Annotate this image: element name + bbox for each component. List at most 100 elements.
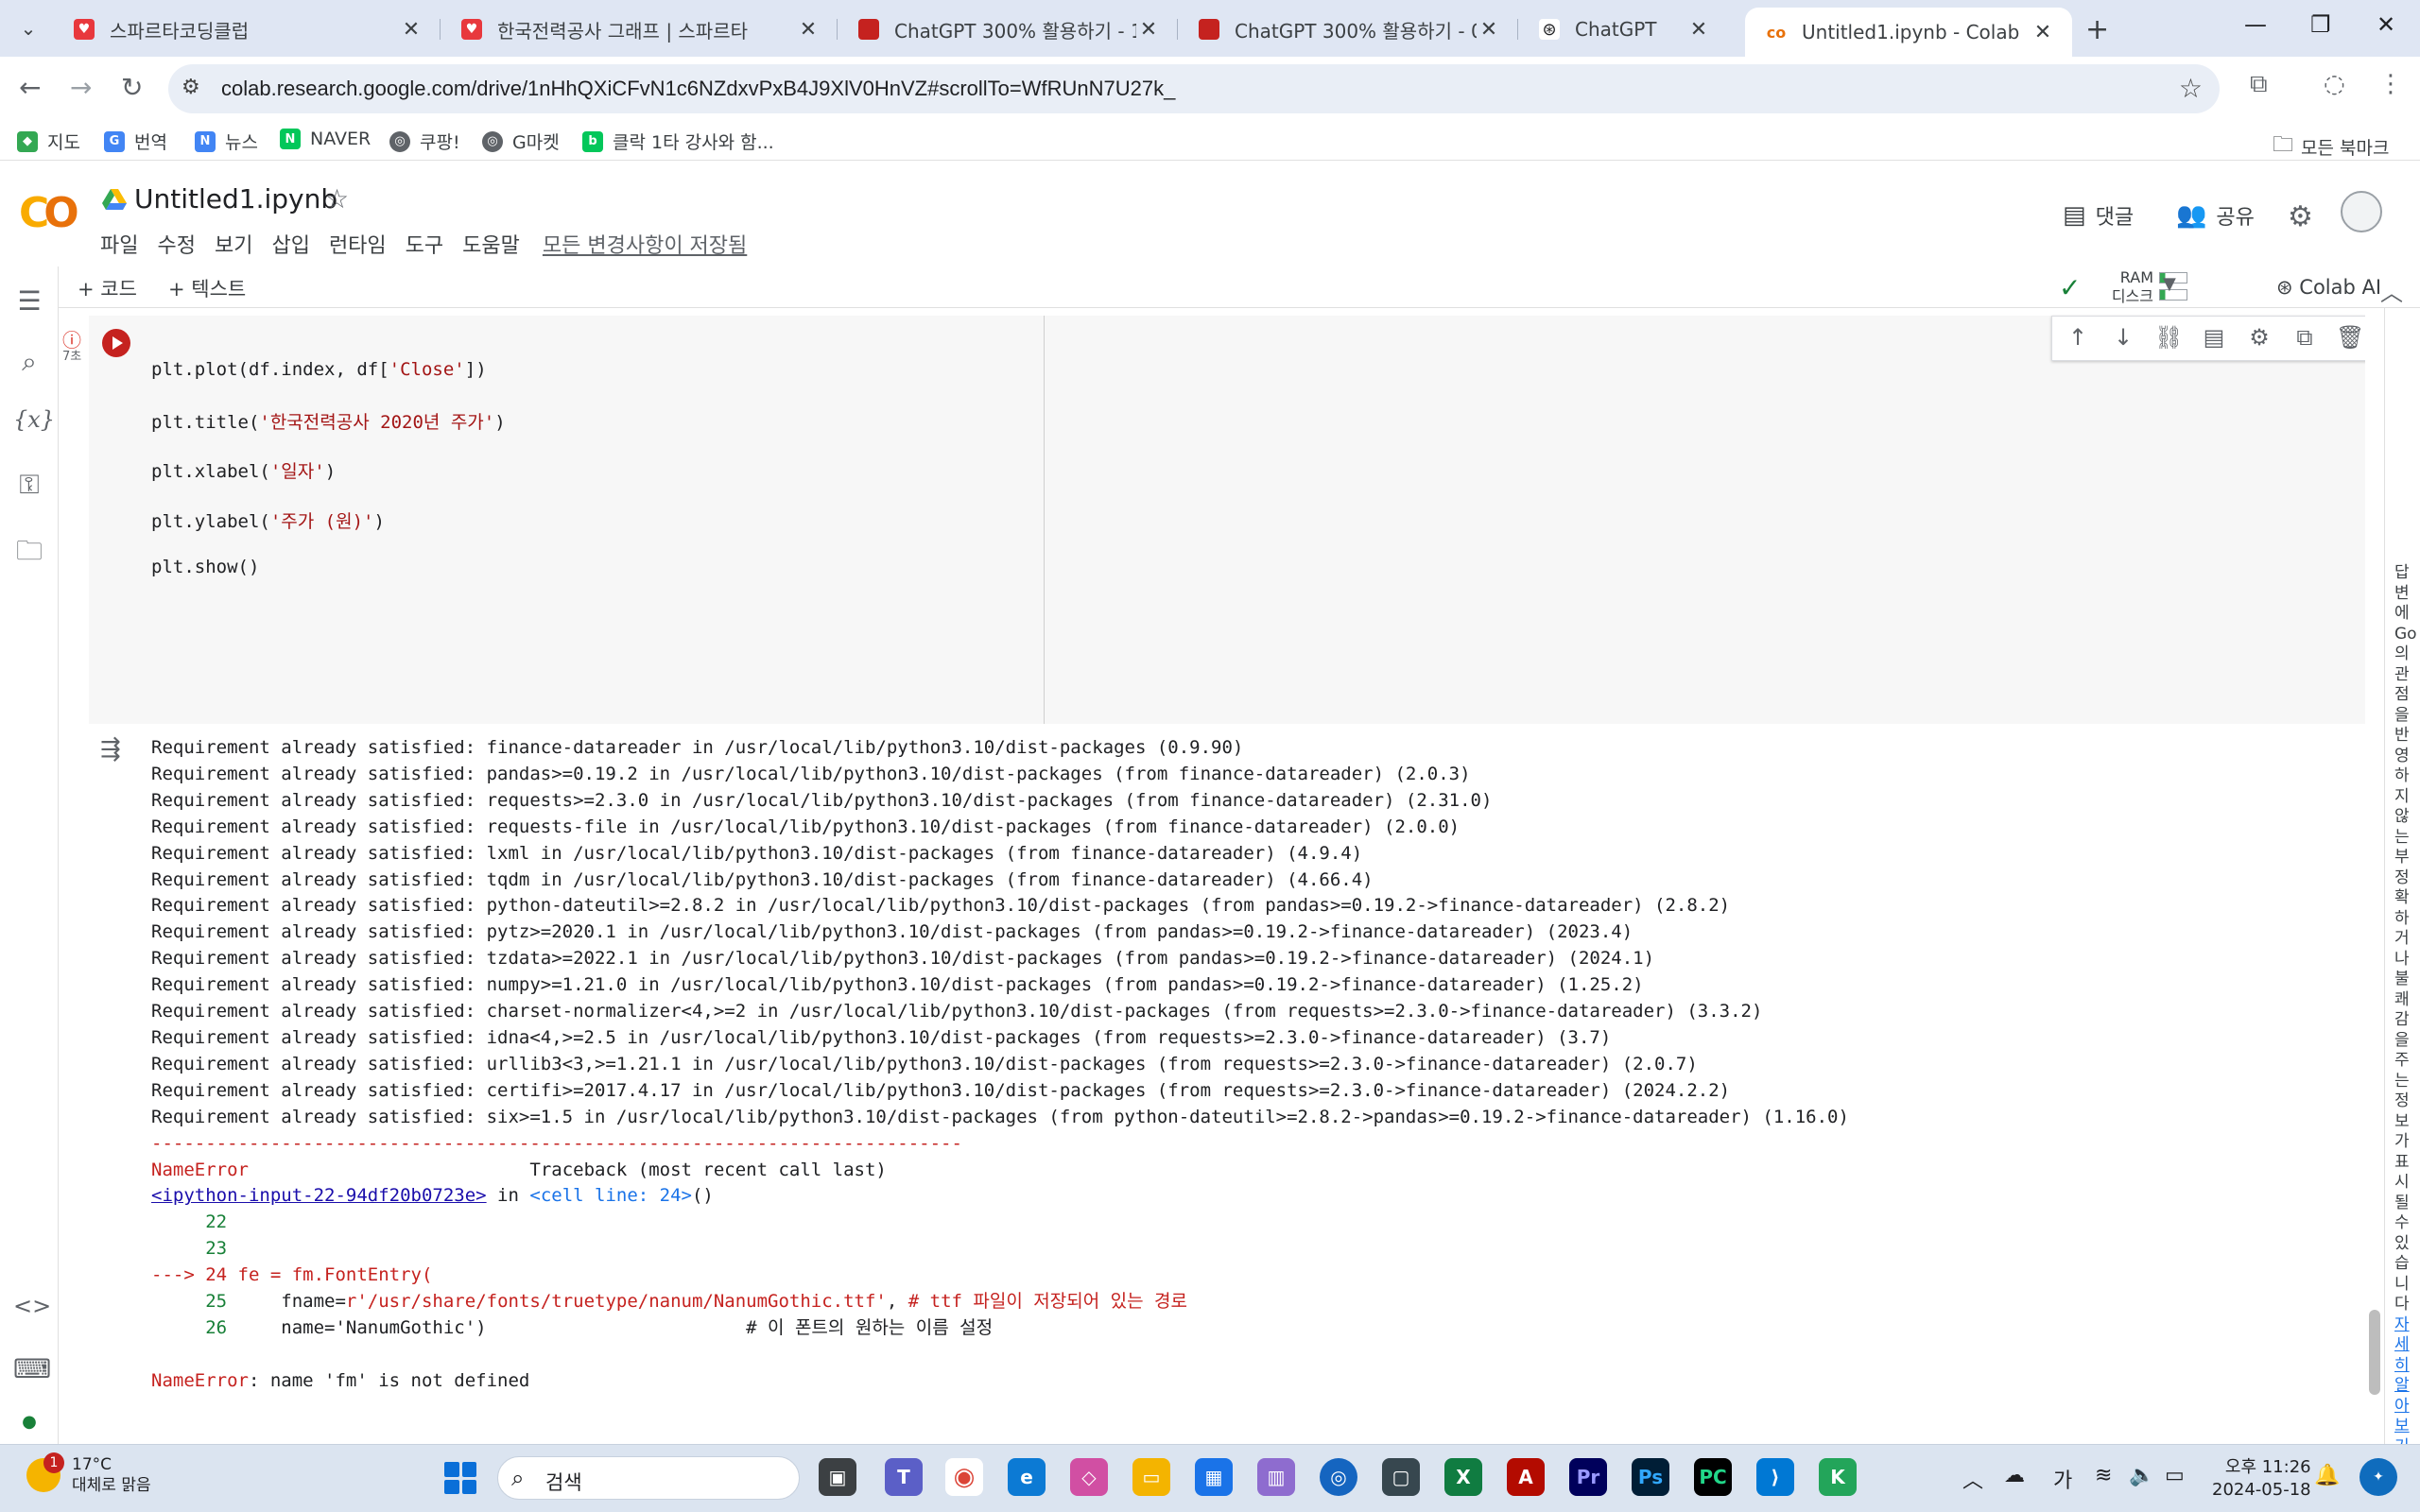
run-cell-button[interactable]	[102, 329, 130, 357]
menu-tools[interactable]: 도구	[406, 229, 443, 259]
close-icon[interactable]: ✕	[1686, 18, 1711, 42]
bookmark-news[interactable]: N 뉴스	[195, 129, 258, 154]
secrets-key-icon[interactable]: ⚿	[13, 469, 45, 501]
avatar[interactable]	[2341, 191, 2382, 232]
copilot-icon[interactable]: ✦	[2360, 1458, 2397, 1496]
windows-start-icon[interactable]	[444, 1462, 476, 1494]
move-up-icon[interactable]: ↑	[2064, 324, 2092, 351]
ipython-input-link[interactable]: <ipython-input-22-94df20b0723e>	[151, 1185, 487, 1206]
reload-icon[interactable]: ↻	[121, 72, 143, 103]
weather-widget[interactable]: 1 17°C 대체로 맑음	[26, 1452, 151, 1496]
minimize-icon[interactable]: —	[2244, 11, 2267, 38]
comments-button[interactable]: ▤ 댓글	[2063, 200, 2134, 231]
tab-chatgpt[interactable]: ⊛ ChatGPT ✕	[1518, 8, 1728, 51]
close-icon[interactable]: ✕	[1136, 18, 1161, 42]
colab-ai-button[interactable]: ⊛ Colab AI	[2276, 276, 2381, 299]
move-down-icon[interactable]: ↓	[2109, 324, 2137, 351]
notebook-scrollbar[interactable]	[2365, 308, 2384, 1444]
colab-logo[interactable]: CO	[19, 189, 79, 237]
circle-app-icon[interactable]: ◎	[1320, 1458, 1357, 1496]
link-icon[interactable]: ⛓	[2154, 324, 2183, 351]
tab-chatgpt-course-1[interactable]: ChatGPT 300% 활용하기 - 1주 ✕	[838, 8, 1178, 51]
notification-bell-icon[interactable]: 🔔	[2314, 1464, 2340, 1487]
collapse-chevron-icon[interactable]: ︿	[2380, 274, 2403, 307]
menu-runtime[interactable]: 런타임	[329, 229, 387, 259]
close-icon[interactable]: ✕	[1477, 18, 1501, 42]
file-explorer-icon[interactable]: ▭	[1132, 1458, 1170, 1496]
search-icon[interactable]: ⌕	[13, 346, 45, 378]
close-icon[interactable]: ✕	[399, 18, 424, 42]
tab-chatgpt-course-0[interactable]: ChatGPT 300% 활용하기 - 0주 ✕	[1178, 8, 1518, 51]
bookmark-gmarket[interactable]: ◎ G마켓	[482, 129, 560, 154]
restore-icon[interactable]: ❐	[2310, 11, 2331, 38]
profile-icon[interactable]: ◌	[2324, 70, 2345, 98]
comment-icon[interactable]: ▤	[2200, 324, 2228, 351]
bookmark-star-icon[interactable]: ☆	[2179, 73, 2203, 104]
tab-search-icon[interactable]: ⌄	[13, 13, 43, 43]
onedrive-icon[interactable]: ☁	[2004, 1464, 2025, 1487]
tab-sparta[interactable]: ♥ 스파르타코딩클럽 ✕	[53, 8, 441, 51]
edge-icon[interactable]: e	[1008, 1458, 1046, 1496]
menu-help[interactable]: 도움말	[462, 229, 520, 259]
ime-indicator[interactable]: 가	[2053, 1464, 2072, 1494]
vscode-icon[interactable]: ⟩	[1756, 1458, 1794, 1496]
volume-icon[interactable]: 🔈	[2129, 1464, 2154, 1487]
wifi-icon[interactable]: ≋	[2095, 1464, 2112, 1487]
menu-edit[interactable]: 수정	[157, 229, 195, 259]
learn-more-link[interactable]: 자세히알아보기	[2394, 1315, 2410, 1445]
menu-insert[interactable]: 삽입	[271, 229, 309, 259]
drive-icon[interactable]	[102, 189, 127, 212]
tab-colab-active[interactable]: co Untitled1.ipynb - Colab ✕	[1745, 8, 2072, 57]
output-menu-icon[interactable]: ⇶	[100, 735, 121, 764]
add-code-button[interactable]: + 코드	[78, 274, 137, 302]
menu-view[interactable]: 보기	[215, 229, 252, 259]
add-text-button[interactable]: + 텍스트	[168, 274, 246, 302]
close-icon[interactable]: ✕	[796, 18, 821, 42]
close-icon[interactable]: ✕	[2031, 21, 2055, 44]
share-button[interactable]: 👥 공유	[2176, 200, 2255, 231]
files-folder-icon[interactable]: 🗀	[13, 531, 45, 576]
store-icon[interactable]: ▦	[1195, 1458, 1233, 1496]
photoshop-icon[interactable]: Ps	[1632, 1458, 1669, 1496]
pycharm-icon[interactable]: PC	[1694, 1458, 1732, 1496]
star-icon[interactable]: ☆	[325, 183, 349, 215]
bookmark-maps[interactable]: ◆ 지도	[17, 129, 80, 154]
scrollbar-thumb[interactable]	[2369, 1310, 2380, 1395]
delete-trash-icon[interactable]: 🗑	[2336, 324, 2364, 351]
window-close-icon[interactable]: ✕	[2377, 11, 2395, 38]
chrome-icon[interactable]: ◉	[945, 1458, 983, 1496]
back-arrow-icon[interactable]: ←	[19, 72, 41, 103]
window-app-icon[interactable]: ▢	[1382, 1458, 1420, 1496]
battery-icon[interactable]: ▭	[2165, 1464, 2185, 1487]
acrobat-icon[interactable]: A	[1507, 1458, 1545, 1496]
command-palette-icon[interactable]: ⌨	[13, 1353, 51, 1384]
runtime-dropdown-icon[interactable]: ▼	[2163, 274, 2176, 294]
menu-file[interactable]: 파일	[100, 229, 138, 259]
system-clock[interactable]: 오후 11:26 2024-05-18	[2212, 1456, 2311, 1502]
code-snippets-icon[interactable]: <>	[13, 1293, 51, 1319]
table-of-contents-icon[interactable]: ☰	[13, 285, 45, 317]
cell-settings-gear-icon[interactable]: ⚙	[2245, 324, 2273, 351]
mirror-cell-icon[interactable]: ⧉	[2290, 324, 2319, 351]
premiere-icon[interactable]: Pr	[1569, 1458, 1607, 1496]
extensions-icon[interactable]: ⧉	[2250, 70, 2268, 99]
forward-arrow-icon[interactable]: →	[70, 72, 92, 103]
teams-icon[interactable]: T	[885, 1458, 923, 1496]
bookmark-naver[interactable]: N NAVER	[280, 129, 371, 149]
all-bookmarks[interactable]: 🗀 모든 북마크	[2273, 129, 2389, 164]
notes-app-icon[interactable]: ▥	[1257, 1458, 1295, 1496]
tray-chevron-icon[interactable]: ︿	[1962, 1464, 1983, 1494]
bookmark-translate[interactable]: G 번역	[104, 129, 167, 154]
variables-icon[interactable]: {x}	[13, 406, 55, 433]
browser-menu-icon[interactable]: ⋮	[2378, 70, 2403, 98]
excel-icon[interactable]: X	[1444, 1458, 1482, 1496]
address-bar[interactable]: ⚙ colab.research.google.com/drive/1nHhQX…	[168, 64, 2220, 113]
lightbulb-app-icon[interactable]: ◇	[1070, 1458, 1108, 1496]
bookmark-blog[interactable]: b 클락 1타 강사와 함...	[582, 129, 774, 154]
notebook-title[interactable]: Untitled1.ipynb	[134, 183, 337, 215]
site-settings-icon[interactable]: ⚙	[182, 76, 200, 99]
saved-status[interactable]: 모든 변경사항이 저장됨	[543, 229, 747, 259]
resource-indicator[interactable]: RAM 디스크	[2044, 268, 2153, 306]
taskbar-search[interactable]: ⌕ 검색	[497, 1456, 800, 1500]
task-view-icon[interactable]: ▣	[819, 1458, 856, 1496]
